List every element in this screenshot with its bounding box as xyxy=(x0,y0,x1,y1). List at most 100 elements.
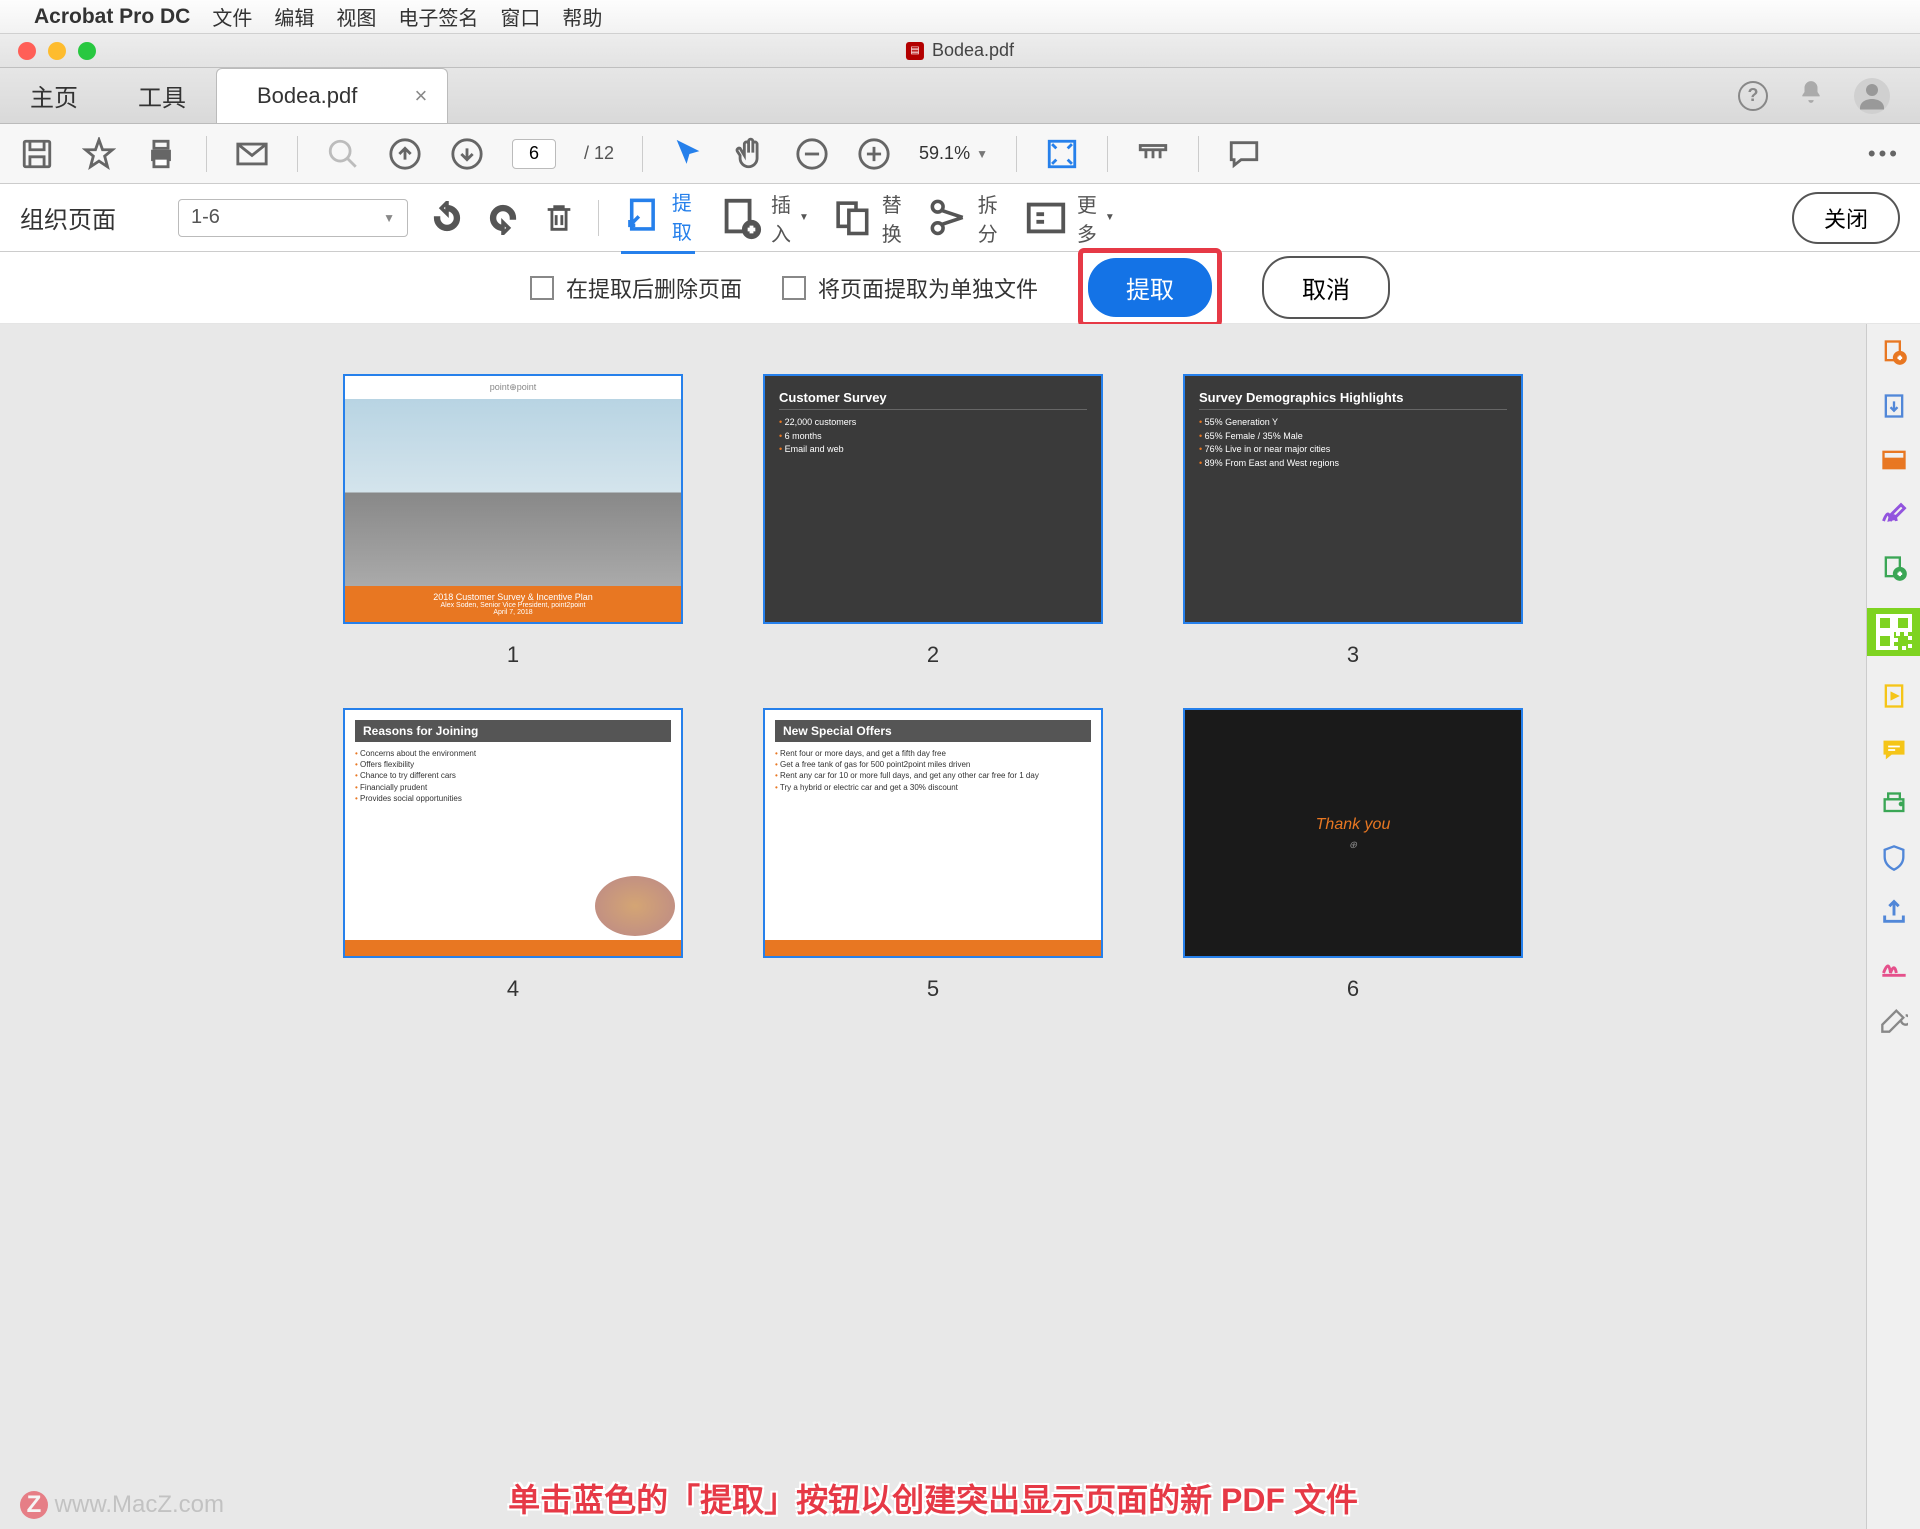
thank-you-text: Thank you xyxy=(1316,816,1391,834)
prev-page-icon[interactable] xyxy=(388,137,422,171)
toolbar-separator xyxy=(642,136,643,172)
export-pdf-icon[interactable] xyxy=(1880,392,1908,420)
next-page-icon[interactable] xyxy=(450,137,484,171)
delete-after-extract-checkbox[interactable]: 在提取后删除页面 xyxy=(530,272,742,304)
minimize-window-button[interactable] xyxy=(48,42,66,60)
menu-window[interactable]: 窗口 xyxy=(500,2,540,31)
menu-view[interactable]: 视图 xyxy=(336,2,376,31)
menu-file[interactable]: 文件 xyxy=(212,2,252,31)
read-mode-icon[interactable] xyxy=(1136,137,1170,171)
hand-tool-icon[interactable] xyxy=(733,137,767,171)
toolbar-separator xyxy=(297,136,298,172)
selection-tool-icon[interactable] xyxy=(671,137,705,171)
insert-tool-label: 插入 xyxy=(771,189,791,247)
compress-pdf-icon[interactable] xyxy=(1880,682,1908,710)
tab-home[interactable]: 主页 xyxy=(0,68,108,123)
rotate-right-icon[interactable] xyxy=(486,201,520,235)
zoom-out-icon[interactable] xyxy=(795,137,829,171)
delete-icon[interactable] xyxy=(542,201,576,235)
thumbnail-cell: point⊕point 2018 Customer Survey & Incen… xyxy=(343,374,683,668)
print-icon[interactable] xyxy=(144,137,178,171)
tab-tools[interactable]: 工具 xyxy=(108,68,216,123)
tab-document-active[interactable]: Bodea.pdf × xyxy=(216,68,448,123)
slide-heading: Customer Survey xyxy=(779,390,1087,410)
comment-pdf-icon[interactable] xyxy=(1880,736,1908,764)
menu-edit[interactable]: 编辑 xyxy=(274,2,314,31)
star-icon[interactable] xyxy=(82,137,116,171)
split-tool-button[interactable]: 拆分 xyxy=(927,189,1001,247)
separate-files-checkbox[interactable]: 将页面提取为单独文件 xyxy=(782,272,1038,304)
notifications-icon[interactable] xyxy=(1798,79,1824,112)
page-thumbnail-3[interactable]: Survey Demographics Highlights 55% Gener… xyxy=(1183,374,1523,624)
protect-pdf-icon[interactable] xyxy=(1880,844,1908,872)
zoom-level-dropdown[interactable]: 59.1% ▼ xyxy=(919,143,988,164)
macos-menubar: Acrobat Pro DC 文件 编辑 视图 电子签名 窗口 帮助 xyxy=(0,0,1920,34)
zoom-value: 59.1% xyxy=(919,143,970,164)
combine-pdf-icon[interactable] xyxy=(1880,554,1908,582)
app-name[interactable]: Acrobat Pro DC xyxy=(34,5,190,29)
window-title: ▤ Bodea.pdf xyxy=(906,40,1014,61)
replace-tool-button[interactable]: 替换 xyxy=(831,189,905,247)
redact-pdf-icon[interactable] xyxy=(1880,952,1908,980)
extract-tool-button[interactable]: 提取 xyxy=(621,187,695,254)
cancel-button[interactable]: 取消 xyxy=(1262,256,1390,319)
close-organize-button[interactable]: 关闭 xyxy=(1792,192,1900,244)
checkbox-icon xyxy=(782,276,806,300)
search-icon[interactable] xyxy=(326,137,360,171)
extract-tool-label: 提取 xyxy=(672,187,695,245)
slide-bullets: Rent four or more days, and get a fifth … xyxy=(775,748,1091,793)
save-icon[interactable] xyxy=(20,137,54,171)
slide-people-image xyxy=(595,876,675,936)
page-thumbnails-area[interactable]: point⊕point 2018 Customer Survey & Incen… xyxy=(0,324,1866,1529)
toolbar-separator xyxy=(1016,136,1017,172)
close-window-button[interactable] xyxy=(18,42,36,60)
email-icon[interactable] xyxy=(235,137,269,171)
page-number-label: 5 xyxy=(927,976,939,1002)
fit-page-icon[interactable] xyxy=(1045,137,1079,171)
comment-icon[interactable] xyxy=(1227,137,1261,171)
page-thumbnail-1[interactable]: point⊕point 2018 Customer Survey & Incen… xyxy=(343,374,683,624)
page-thumbnail-5[interactable]: New Special Offers Rent four or more day… xyxy=(763,708,1103,958)
tools-sidebar xyxy=(1866,324,1920,1529)
page-thumbnail-2[interactable]: Customer Survey 22,000 customers 6 month… xyxy=(763,374,1103,624)
slide-bullets: Concerns about the environment Offers fl… xyxy=(355,748,671,804)
tab-close-button[interactable]: × xyxy=(414,83,427,109)
page-range-dropdown[interactable]: 1-6 ▼ xyxy=(178,199,408,237)
user-avatar[interactable] xyxy=(1854,78,1890,114)
page-range-value: 1-6 xyxy=(191,206,220,229)
print-pdf-icon[interactable] xyxy=(1880,790,1908,818)
checkbox-icon xyxy=(530,276,554,300)
page-thumbnail-4[interactable]: Reasons for Joining Concerns about the e… xyxy=(343,708,683,958)
chevron-down-icon: ▼ xyxy=(383,211,395,225)
toolbar-separator xyxy=(1198,136,1199,172)
zoom-in-icon[interactable] xyxy=(857,137,891,171)
menu-help[interactable]: 帮助 xyxy=(562,2,602,31)
help-icon[interactable]: ? xyxy=(1738,81,1768,111)
extract-button[interactable]: 提取 xyxy=(1088,258,1212,317)
slide-heading: Survey Demographics Highlights xyxy=(1199,390,1507,410)
chevron-down-icon: ▼ xyxy=(799,212,809,223)
page-thumbnail-6[interactable]: Thank you ⊕ xyxy=(1183,708,1523,958)
more-tools-icon[interactable] xyxy=(1880,1006,1908,1034)
split-tool-label: 拆分 xyxy=(978,189,1001,247)
menu-esign[interactable]: 电子签名 xyxy=(398,2,478,31)
more-tool-button[interactable]: 更多 ▼ xyxy=(1023,189,1115,247)
zoom-window-button[interactable] xyxy=(78,42,96,60)
page-number-label: 3 xyxy=(1347,642,1359,668)
page-number-label: 4 xyxy=(507,976,519,1002)
page-number-input[interactable] xyxy=(512,139,556,169)
more-tools-icon[interactable]: ••• xyxy=(1868,141,1900,167)
edit-pdf-icon[interactable] xyxy=(1880,446,1908,474)
sign-pdf-icon[interactable] xyxy=(1880,500,1908,528)
slide-bullets: 22,000 customers 6 months Email and web xyxy=(779,416,1087,457)
insert-tool-button[interactable]: 插入 ▼ xyxy=(717,189,809,247)
share-pdf-icon[interactable] xyxy=(1880,898,1908,926)
organize-pdf-icon[interactable] xyxy=(1867,608,1920,656)
thumbnail-cell: Survey Demographics Highlights 55% Gener… xyxy=(1183,374,1523,668)
create-pdf-icon[interactable] xyxy=(1880,338,1908,366)
extract-button-highlight: 提取 xyxy=(1078,248,1222,327)
rotate-left-icon[interactable] xyxy=(430,201,464,235)
toolbar-separator xyxy=(206,136,207,172)
delete-after-label: 在提取后删除页面 xyxy=(566,272,742,304)
page-number-label: 1 xyxy=(507,642,519,668)
